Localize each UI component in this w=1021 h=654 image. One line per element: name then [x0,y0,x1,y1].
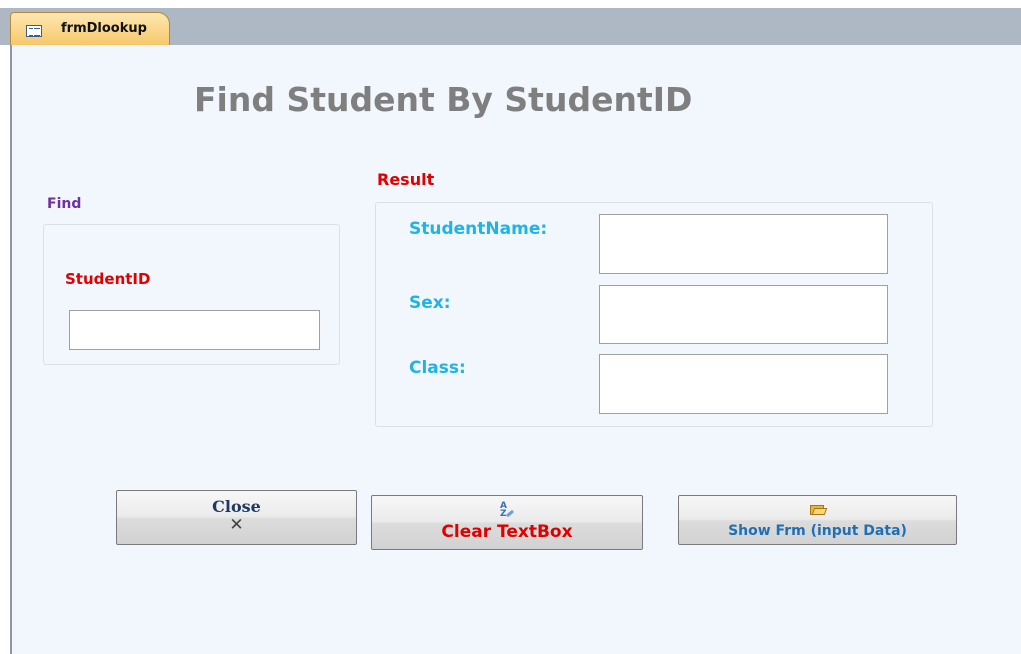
document-tab-strip: frmDlookup [0,8,1021,46]
tab-label: frmDlookup [61,21,147,36]
show-form-button[interactable]: Show Frm (input Data) [678,495,957,545]
studentname-label: StudentName: [409,219,548,239]
close-icon: ✕ [229,515,244,535]
sex-field[interactable] [599,285,888,344]
class-label: Class: [409,358,466,378]
show-button-label: Show Frm (input Data) [728,523,907,539]
sort-az-icon: AZ [498,502,516,519]
form-icon [26,25,42,37]
open-folder-icon [810,504,828,515]
studentname-field[interactable] [599,214,888,274]
sex-label: Sex: [409,293,451,313]
find-caption: Find [47,196,82,212]
result-caption: Result [377,170,435,189]
studentid-input[interactable] [69,310,320,350]
close-button[interactable]: Close ✕ [116,490,357,545]
class-field[interactable] [599,354,888,414]
window-left-edge [0,45,10,654]
tab-frmdlookup[interactable]: frmDlookup [10,12,170,45]
clear-textbox-button[interactable]: AZ Clear TextBox [371,495,643,550]
clear-button-label: Clear TextBox [441,522,573,542]
studentid-label: StudentID [65,270,151,288]
page-title: Find Student By StudentID [194,80,693,119]
close-button-label: Close [212,497,261,516]
